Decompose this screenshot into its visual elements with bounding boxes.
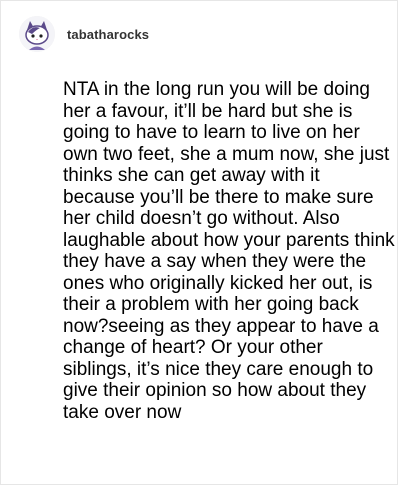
post-card: tabatharocks NTA in the long run you wil… xyxy=(0,0,398,485)
username[interactable]: tabatharocks xyxy=(67,27,149,42)
post-header: tabatharocks xyxy=(19,15,149,53)
cat-avatar-icon[interactable] xyxy=(19,16,55,52)
post-body-text: NTA in the long run you will be doing he… xyxy=(63,79,395,423)
